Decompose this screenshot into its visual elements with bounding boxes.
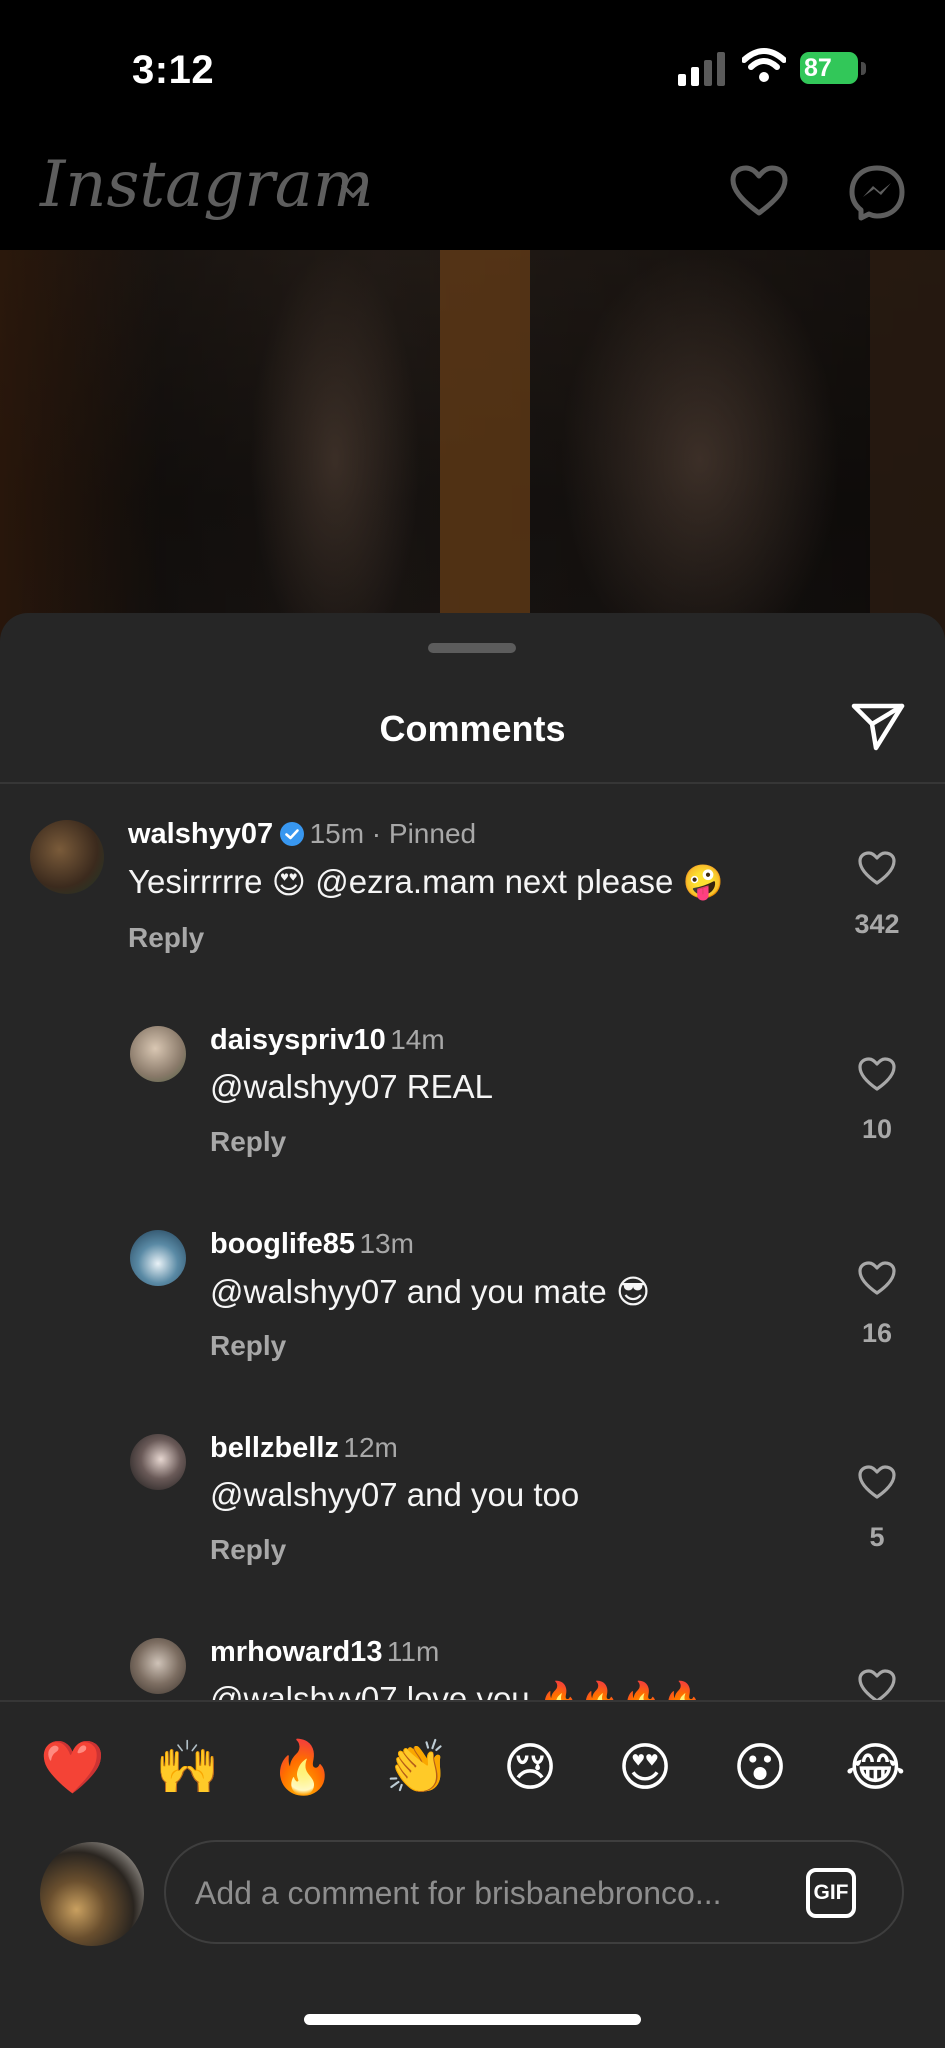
reaction-surprised[interactable]: 😮 (730, 1738, 790, 1798)
sheet-grabber[interactable] (428, 643, 516, 653)
like-heart-icon[interactable] (857, 1668, 897, 1700)
comment-text: Yesirrrrre 😍 @ezra.mam next please 🤪 (128, 863, 724, 900)
comment-meta: 13m (359, 1228, 414, 1259)
divider (0, 1700, 945, 1702)
avatar[interactable] (130, 1434, 186, 1490)
comment-text: @walshyy07 love you 🔥🔥🔥🔥 (210, 1680, 704, 1700)
current-user-avatar (40, 1842, 144, 1946)
reaction-raised-hands[interactable]: 🙌 (155, 1738, 220, 1798)
avatar[interactable] (130, 1638, 186, 1694)
comment-header: booglife85 13m (210, 1228, 414, 1261)
sheet-title: Comments (379, 708, 566, 749)
comment-meta: 11m (386, 1636, 440, 1667)
reaction-heart-eyes[interactable]: 😍 (615, 1738, 675, 1798)
like-count: 342 (854, 909, 900, 939)
comment-username[interactable]: mrhoward13 (210, 1636, 382, 1668)
like-count: 10 (861, 1114, 893, 1144)
comment-username[interactable]: booglife85 (210, 1228, 355, 1260)
comment-meta: 14m (390, 1024, 445, 1055)
comment-username[interactable]: bellzbellz (210, 1432, 339, 1464)
gif-button[interactable]: GIF (806, 1868, 856, 1918)
like-heart-icon[interactable] (857, 1464, 897, 1500)
cellular-signal-icon (678, 52, 725, 86)
avatar[interactable] (30, 820, 104, 894)
like-heart-icon[interactable] (857, 850, 897, 886)
comment-text: @walshyy07 REAL (210, 1068, 493, 1105)
comment-text: @walshyy07 and you too (210, 1476, 580, 1513)
verified-badge-icon (280, 822, 305, 846)
home-indicator[interactable] (304, 2014, 641, 2025)
like-count: 16 (861, 1318, 893, 1348)
reaction-crying[interactable]: 😢 (500, 1738, 560, 1798)
reaction-heart[interactable]: ❤️ (40, 1738, 105, 1798)
notifications-heart-icon[interactable] (730, 165, 788, 217)
reaction-laughing[interactable]: 😂 (845, 1738, 906, 1798)
reaction-fire[interactable]: 🔥 (270, 1738, 335, 1798)
comment-header: mrhoward13 11m (210, 1636, 439, 1669)
messenger-icon[interactable] (848, 164, 906, 222)
like-heart-icon[interactable] (857, 1260, 897, 1296)
avatar[interactable] (130, 1026, 186, 1082)
chevron-down-icon[interactable] (340, 182, 366, 200)
comment-meta: 15m · Pinned (309, 818, 477, 849)
avatar[interactable] (130, 1230, 186, 1286)
comment-input-placeholder[interactable]: Add a comment for brisbanebronco... (195, 1875, 722, 1912)
reaction-clap[interactable]: 👏 (385, 1738, 450, 1798)
reply-button[interactable]: Reply (210, 1330, 286, 1362)
like-heart-icon[interactable] (857, 1056, 897, 1092)
comment-username[interactable]: walshyy07 (128, 818, 273, 850)
wifi-icon (742, 48, 786, 82)
comment-meta: 12m (343, 1432, 398, 1463)
share-send-icon[interactable] (850, 702, 906, 752)
instagram-logo[interactable]: Instagram (40, 148, 374, 222)
comment-username[interactable]: daisyspriv10 (210, 1024, 386, 1056)
comment-header: bellzbellz 12m (210, 1432, 398, 1465)
post-image (0, 250, 945, 670)
reply-button[interactable]: Reply (128, 922, 204, 954)
like-count: 5 (869, 1522, 885, 1552)
battery-icon: 87 (800, 52, 866, 86)
comment-header: walshyy07 15m · Pinned (128, 818, 476, 851)
reply-button[interactable]: Reply (210, 1534, 286, 1566)
status-time: 3:12 (132, 48, 215, 92)
comment-text: @walshyy07 and you mate 😎 (210, 1273, 651, 1310)
comments-list[interactable]: walshyy07 15m · Pinned Yesirrrrre 😍 @ezr… (0, 784, 945, 1700)
battery-percentage: 87 (804, 54, 832, 82)
reply-button[interactable]: Reply (210, 1126, 286, 1158)
comment-header: daisyspriv10 14m (210, 1024, 445, 1057)
quick-reaction-bar: ❤️ 🙌 🔥 👏 😢 😍 😮 😂 (0, 1738, 945, 1808)
